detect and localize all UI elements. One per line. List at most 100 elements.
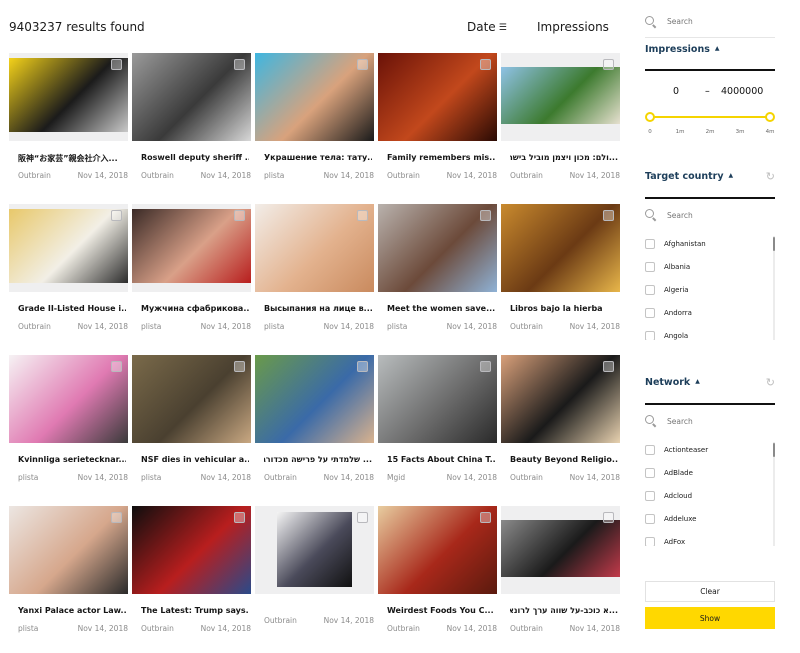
ad-card[interactable]: Roswell deputy sheriff ... Outbrain Nov … bbox=[132, 53, 251, 204]
select-checkbox[interactable] bbox=[234, 210, 245, 221]
select-checkbox[interactable] bbox=[603, 512, 614, 523]
filter-option[interactable]: Algeria bbox=[645, 278, 775, 301]
ad-card[interactable]: Украшение тела: тату... plista Nov 14, 2… bbox=[255, 53, 374, 204]
country-list-scrollbar[interactable] bbox=[773, 236, 775, 340]
option-checkbox[interactable] bbox=[645, 444, 655, 455]
option-checkbox[interactable] bbox=[645, 284, 655, 295]
ad-title[interactable]: NSF dies in vehicular a... bbox=[141, 455, 249, 464]
ad-card[interactable]: Libros bajo la hierba Outbrain Nov 14, 2… bbox=[501, 204, 620, 355]
option-checkbox[interactable] bbox=[645, 513, 655, 524]
ad-card[interactable]: NSF dies in vehicular a... plista Nov 14… bbox=[132, 355, 251, 506]
ad-card[interactable]: Мужчина сфабрикова... plista Nov 14, 201… bbox=[132, 204, 251, 355]
global-search-input[interactable] bbox=[667, 17, 767, 26]
filter-option[interactable]: AdBlade bbox=[645, 461, 775, 484]
ad-thumbnail[interactable] bbox=[378, 53, 497, 141]
ad-thumbnail[interactable] bbox=[501, 355, 620, 443]
clear-button[interactable]: Clear bbox=[645, 581, 775, 602]
ad-thumbnail[interactable] bbox=[132, 506, 251, 594]
select-checkbox[interactable] bbox=[111, 59, 122, 70]
option-checkbox[interactable] bbox=[645, 490, 655, 501]
impressions-section-toggle[interactable]: Impressions ▲ bbox=[645, 44, 775, 55]
ad-thumbnail[interactable] bbox=[501, 506, 620, 594]
ad-thumbnail[interactable] bbox=[9, 355, 128, 443]
reset-icon[interactable]: ↻ bbox=[766, 170, 775, 183]
network-list-scrollbar[interactable] bbox=[773, 442, 775, 546]
ad-title[interactable]: Yanxi Palace actor Law... bbox=[18, 606, 126, 615]
ad-title[interactable]: Украшение тела: тату... bbox=[264, 153, 372, 162]
reset-icon[interactable]: ↻ bbox=[766, 376, 775, 389]
ad-title[interactable]: ...ולם: מכון ויצמן מוביל בישראל bbox=[510, 153, 618, 162]
ad-card[interactable]: ...ולם: מכון ויצמן מוביל בישראל Outbrain… bbox=[501, 53, 620, 204]
ad-thumbnail[interactable] bbox=[9, 53, 128, 141]
ad-title[interactable]: 15 Facts About China T... bbox=[387, 455, 495, 464]
ad-card[interactable]: Kvinnliga serietecknar... plista Nov 14,… bbox=[9, 355, 128, 506]
ad-title[interactable]: Family remembers mis... bbox=[387, 153, 495, 162]
select-checkbox[interactable] bbox=[357, 361, 368, 372]
filter-option[interactable]: Addeluxe bbox=[645, 507, 775, 530]
ad-title[interactable]: The Latest: Trump says... bbox=[141, 606, 249, 615]
select-checkbox[interactable] bbox=[111, 512, 122, 523]
select-checkbox[interactable] bbox=[234, 59, 245, 70]
select-checkbox[interactable] bbox=[603, 210, 614, 221]
ad-thumbnail[interactable] bbox=[132, 204, 251, 292]
ad-card[interactable]: Weirdest Foods You C... Outbrain Nov 14,… bbox=[378, 506, 497, 653]
country-search-input[interactable] bbox=[667, 210, 767, 220]
select-checkbox[interactable] bbox=[111, 361, 122, 372]
ad-card[interactable]: 15 Facts About China T... Mgid Nov 14, 2… bbox=[378, 355, 497, 506]
sort-by-impressions-button[interactable]: Impressions bbox=[537, 20, 609, 34]
ad-card[interactable]: Meet the women save... plista Nov 14, 20… bbox=[378, 204, 497, 355]
sort-by-date-button[interactable]: Date ☰ bbox=[467, 20, 507, 34]
ad-thumbnail[interactable] bbox=[255, 506, 374, 594]
option-checkbox[interactable] bbox=[645, 467, 655, 478]
ad-thumbnail[interactable] bbox=[378, 506, 497, 594]
impressions-min-value[interactable]: 0 bbox=[673, 86, 679, 97]
select-checkbox[interactable] bbox=[480, 512, 491, 523]
impressions-slider[interactable] bbox=[645, 112, 775, 122]
ad-title[interactable]: ...א כוכב-על שווה ערך לרונאלדו bbox=[510, 606, 618, 615]
ad-thumbnail[interactable] bbox=[378, 355, 497, 443]
option-checkbox[interactable] bbox=[645, 536, 655, 546]
ad-card[interactable]: Grade II-Listed House i... Outbrain Nov … bbox=[9, 204, 128, 355]
ad-card[interactable]: Yanxi Palace actor Law... plista Nov 14,… bbox=[9, 506, 128, 653]
slider-handle-min[interactable] bbox=[645, 112, 655, 122]
option-checkbox[interactable] bbox=[645, 238, 655, 249]
ad-title[interactable]: Мужчина сфабрикова... bbox=[141, 304, 249, 313]
option-checkbox[interactable] bbox=[645, 330, 655, 340]
ad-title[interactable]: Высыпания на лице в... bbox=[264, 304, 372, 313]
country-list-scroll-thumb[interactable] bbox=[773, 237, 775, 251]
filter-option[interactable]: AdFox bbox=[645, 530, 775, 546]
ad-thumbnail[interactable] bbox=[132, 53, 251, 141]
select-checkbox[interactable] bbox=[480, 59, 491, 70]
ad-card[interactable]: Высыпания на лице в... plista Nov 14, 20… bbox=[255, 204, 374, 355]
ad-thumbnail[interactable] bbox=[9, 204, 128, 292]
ad-title[interactable]: Weirdest Foods You C... bbox=[387, 606, 495, 615]
filter-option[interactable]: Andorra bbox=[645, 301, 775, 324]
select-checkbox[interactable] bbox=[480, 210, 491, 221]
ad-thumbnail[interactable] bbox=[255, 204, 374, 292]
select-checkbox[interactable] bbox=[357, 59, 368, 70]
slider-handle-max[interactable] bbox=[765, 112, 775, 122]
ad-card[interactable]: Family remembers mis... Outbrain Nov 14,… bbox=[378, 53, 497, 204]
ad-card[interactable]: The Latest: Trump says... Outbrain Nov 1… bbox=[132, 506, 251, 653]
ad-title[interactable]: 阪神“お家芸”親会社介入... bbox=[18, 153, 126, 164]
ad-thumbnail[interactable] bbox=[255, 355, 374, 443]
ad-card[interactable]: Beauty Beyond Religio... Outbrain Nov 14… bbox=[501, 355, 620, 506]
filter-option[interactable]: Afghanistan bbox=[645, 232, 775, 255]
select-checkbox[interactable] bbox=[603, 59, 614, 70]
select-checkbox[interactable] bbox=[480, 361, 491, 372]
ad-thumbnail[interactable] bbox=[255, 53, 374, 141]
ad-card[interactable]: ...א כוכב-על שווה ערך לרונאלדו Outbrain … bbox=[501, 506, 620, 653]
ad-title[interactable]: Kvinnliga serietecknar... bbox=[18, 455, 126, 464]
ad-title[interactable]: Libros bajo la hierba bbox=[510, 304, 618, 313]
option-checkbox[interactable] bbox=[645, 307, 655, 318]
ad-title[interactable]: Grade II-Listed House i... bbox=[18, 304, 126, 313]
show-button[interactable]: Show bbox=[645, 607, 775, 629]
impressions-max-value[interactable]: 4000000 bbox=[721, 86, 763, 97]
filter-option[interactable]: Albania bbox=[645, 255, 775, 278]
option-checkbox[interactable] bbox=[645, 261, 655, 272]
select-checkbox[interactable] bbox=[357, 210, 368, 221]
ad-thumbnail[interactable] bbox=[501, 204, 620, 292]
ad-card[interactable]: Outbrain Nov 14, 2018 bbox=[255, 506, 374, 653]
ad-title[interactable]: Roswell deputy sheriff ... bbox=[141, 153, 249, 162]
filter-option[interactable]: Angola bbox=[645, 324, 775, 340]
